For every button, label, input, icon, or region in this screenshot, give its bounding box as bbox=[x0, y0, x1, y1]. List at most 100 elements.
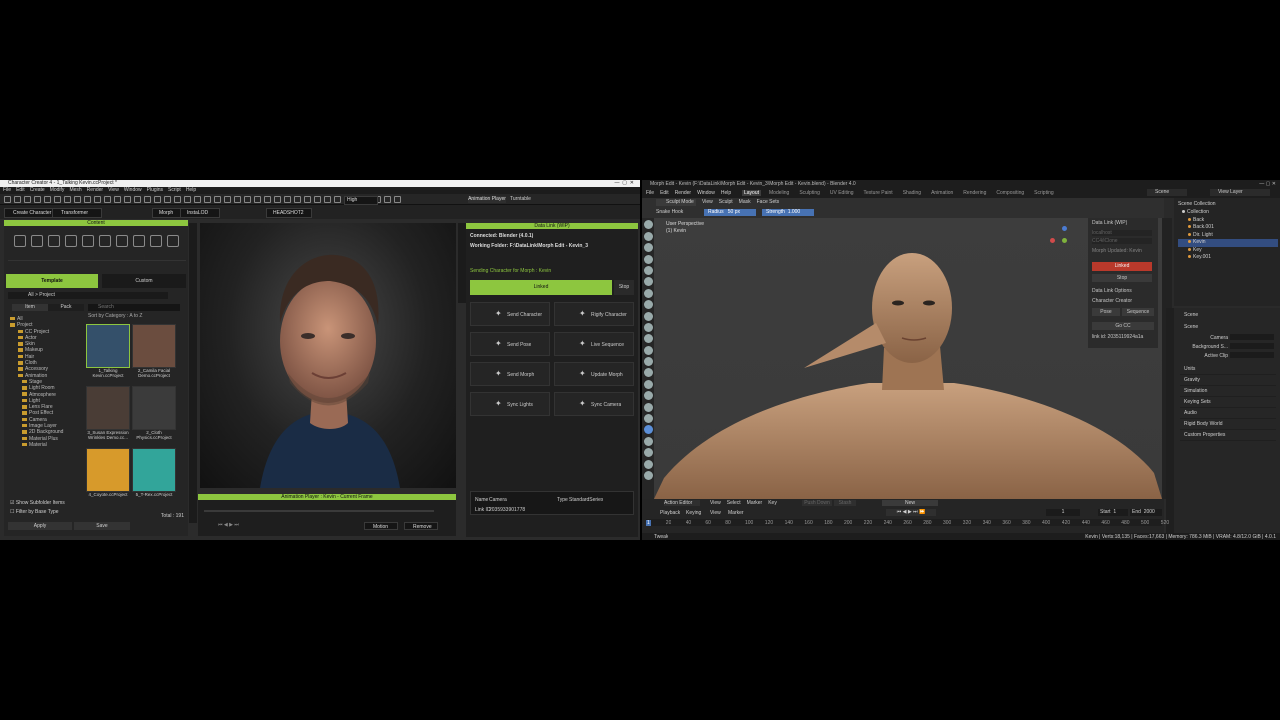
radius-field[interactable]: Radius 50 px bbox=[704, 209, 756, 216]
sculpt-brush-icon[interactable] bbox=[643, 357, 653, 367]
content-item[interactable]: 2_Camila Facial Demo.ccProject bbox=[132, 324, 176, 380]
menu-render[interactable]: Render bbox=[87, 187, 103, 193]
animation-icon[interactable] bbox=[133, 235, 145, 247]
property-panel[interactable]: Simulation bbox=[1180, 386, 1276, 397]
toolbar-tool-icon[interactable] bbox=[14, 196, 21, 203]
accessory-icon[interactable] bbox=[116, 235, 128, 247]
breadcrumb-project[interactable]: Project bbox=[39, 292, 55, 298]
target-field[interactable]: CC4/iClone bbox=[1092, 238, 1152, 244]
menu-file[interactable]: File bbox=[3, 187, 11, 193]
sculpt-brush-icon[interactable] bbox=[643, 368, 653, 378]
toolbar-tool-icon[interactable] bbox=[134, 196, 141, 203]
action-menu-item[interactable]: Select bbox=[727, 500, 741, 506]
sculpt-brush-icon[interactable] bbox=[643, 436, 653, 446]
toolbar-tool-icon[interactable] bbox=[44, 196, 51, 203]
property-panel[interactable]: Units bbox=[1180, 364, 1276, 375]
menu-help[interactable]: Help bbox=[186, 187, 196, 193]
tab-template[interactable]: Template bbox=[6, 274, 98, 288]
toolbar-tool-icon[interactable] bbox=[154, 196, 161, 203]
breadcrumb-all[interactable]: All bbox=[28, 292, 34, 298]
content-item[interactable]: 3_Susan Expression Wrinkles Demo.cc... bbox=[86, 386, 130, 442]
workspace-tab[interactable]: Compositing bbox=[994, 190, 1026, 196]
toolbar-tool-icon[interactable] bbox=[214, 196, 221, 203]
search-input[interactable]: Search bbox=[88, 304, 180, 311]
editor-type[interactable]: Action Editor bbox=[664, 500, 700, 506]
camera-field[interactable] bbox=[1230, 334, 1274, 340]
animation-player-button[interactable]: Animation Player bbox=[468, 196, 506, 203]
quality-dropdown[interactable]: High bbox=[344, 196, 378, 205]
outliner-item[interactable]: Collection bbox=[1178, 209, 1278, 217]
rigify-character-button[interactable]: ✦ Rigify Character bbox=[554, 302, 634, 326]
sculpt-brush-icon[interactable] bbox=[643, 345, 653, 355]
cc-viewport[interactable] bbox=[200, 223, 456, 488]
workspace-tab[interactable]: Animation bbox=[929, 190, 955, 196]
toolbar-tool-icon[interactable] bbox=[74, 196, 81, 203]
navigation-gizmo[interactable] bbox=[1050, 226, 1078, 254]
update-morph-button[interactable]: ✦ Update Morph bbox=[554, 362, 634, 386]
headshot-button[interactable]: HEADSHOT2 bbox=[266, 208, 312, 218]
skin-icon[interactable] bbox=[48, 235, 60, 247]
sculpt-brush-icon[interactable] bbox=[643, 425, 653, 435]
tree-item[interactable]: Material bbox=[10, 442, 82, 448]
toolbar-tool-icon[interactable] bbox=[304, 196, 311, 203]
blender-menu-window[interactable]: Window bbox=[697, 190, 715, 196]
makeup-icon[interactable] bbox=[65, 235, 77, 247]
save-button[interactable]: Save bbox=[74, 522, 130, 530]
action-menu-item[interactable]: Marker bbox=[747, 500, 763, 506]
outliner-item[interactable]: Key bbox=[1178, 247, 1278, 255]
toolbar-tool-icon[interactable] bbox=[144, 196, 151, 203]
content-item[interactable]: 1_Talking Kevin.ccProject bbox=[86, 324, 130, 380]
datalink-options[interactable]: Data Link Options bbox=[1092, 288, 1154, 294]
tab-custom[interactable]: Custom bbox=[102, 274, 186, 288]
mode-selector[interactable]: Sculpt Mode bbox=[656, 199, 696, 206]
menu-window[interactable]: Window bbox=[124, 187, 142, 193]
hair-icon[interactable] bbox=[82, 235, 94, 247]
keying-menu[interactable]: Keying bbox=[686, 510, 701, 516]
viewport-menu-item[interactable]: Sculpt bbox=[719, 199, 733, 205]
transport-controls[interactable]: ⏮ ◀ ▶ ⏭ ⏩ bbox=[886, 509, 936, 516]
pose-button[interactable]: Pose bbox=[1092, 308, 1120, 316]
background-field[interactable] bbox=[1230, 343, 1274, 349]
motion-button[interactable]: Motion bbox=[364, 522, 398, 530]
blender-menu-edit[interactable]: Edit bbox=[660, 190, 669, 196]
sequence-button[interactable]: Sequence bbox=[1122, 308, 1154, 316]
outliner-item[interactable]: Key.001 bbox=[1178, 254, 1278, 262]
timeline-slider[interactable] bbox=[204, 510, 434, 512]
content-item[interactable]: 5_T-Rex.ccProject bbox=[132, 448, 176, 504]
menu-modify[interactable]: Modify bbox=[50, 187, 65, 193]
viewport-menu-item[interactable]: Face Sets bbox=[757, 199, 780, 205]
subtab-pack[interactable]: Pack bbox=[48, 304, 84, 311]
sculpt-brush-icon[interactable] bbox=[643, 448, 653, 458]
sculpt-brush-icon[interactable] bbox=[643, 379, 653, 389]
toolbar-tool-icon[interactable] bbox=[104, 196, 111, 203]
sync-camera-button[interactable]: ✦ Sync Camera bbox=[554, 392, 634, 416]
toolbar-tool-icon[interactable] bbox=[194, 196, 201, 203]
toolbar-tool-icon[interactable] bbox=[164, 196, 171, 203]
sculpt-brush-icon[interactable] bbox=[643, 311, 653, 321]
push-down-button[interactable]: Push Down bbox=[802, 500, 832, 506]
viewport-menu-item[interactable]: Mask bbox=[739, 199, 751, 205]
sculpt-brush-icon[interactable] bbox=[643, 243, 653, 253]
content-item[interactable]: 4_Coyote.ccProject bbox=[86, 448, 130, 504]
show-subfolder-checkbox[interactable]: ☑ Show Subfolder Items bbox=[10, 500, 90, 506]
properties-scene-tab[interactable]: Scene bbox=[1184, 312, 1198, 318]
toolbar-tool-icon[interactable] bbox=[94, 196, 101, 203]
end-frame[interactable]: End 2000 bbox=[1130, 509, 1162, 516]
toolbar-tool-icon[interactable] bbox=[124, 196, 131, 203]
sculpt-brush-icon[interactable] bbox=[643, 459, 653, 469]
menu-view[interactable]: View bbox=[108, 187, 119, 193]
workspace-tab[interactable]: Texture Paint bbox=[862, 190, 895, 196]
sculpt-brush-icon[interactable] bbox=[643, 322, 653, 332]
blender-menu-help[interactable]: Help bbox=[721, 190, 731, 196]
linked-button[interactable]: Linked bbox=[470, 280, 612, 295]
new-action-button[interactable]: New bbox=[882, 500, 938, 506]
menu-create[interactable]: Create bbox=[30, 187, 45, 193]
sculpt-brush-icon[interactable] bbox=[643, 220, 653, 230]
menu-plugins[interactable]: Plugins bbox=[147, 187, 163, 193]
toolbar-tool-icon[interactable] bbox=[324, 196, 331, 203]
strength-field[interactable]: Strength 1.000 bbox=[762, 209, 814, 216]
sculpt-brush-icon[interactable] bbox=[643, 402, 653, 412]
window-controls[interactable]: — ▢ ✕ bbox=[1246, 181, 1276, 187]
filter-base-checkbox[interactable]: ☐ Filter by Base Type bbox=[10, 509, 90, 515]
toolbar-tool-icon[interactable] bbox=[284, 196, 291, 203]
